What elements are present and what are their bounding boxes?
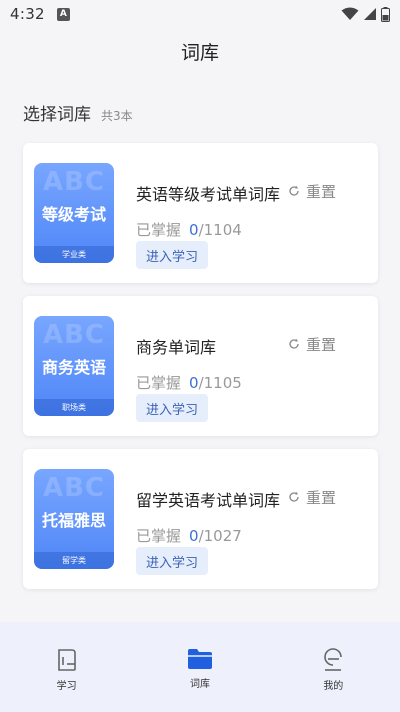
status-time: 4:32	[10, 5, 45, 23]
battery-icon	[381, 6, 390, 22]
progress-text: 已掌握 0/1027	[136, 525, 242, 546]
study-button[interactable]: 进入学习	[136, 394, 209, 422]
folder-icon	[187, 648, 213, 670]
book-cover: ABC 等级考试 学业类	[34, 163, 114, 263]
refresh-icon	[288, 489, 306, 507]
book-name: 留学英语考试单词库	[136, 491, 281, 510]
profile-icon	[322, 648, 344, 672]
reset-button[interactable]: 重置	[288, 334, 336, 355]
study-button[interactable]: 进入学习	[136, 547, 209, 575]
mastered-count: 0	[189, 527, 199, 545]
progress-label: 已掌握	[136, 221, 182, 239]
wifi-icon	[341, 7, 359, 21]
nav-label-wordbank: 词库	[189, 679, 210, 690]
cover-watermark: ABC	[42, 320, 106, 350]
cover-title: 商务英语	[41, 358, 106, 377]
progress-label: 已掌握	[136, 374, 182, 392]
nav-label-profile: 我的	[323, 681, 344, 692]
book-name: 商务单词库	[136, 338, 217, 357]
book-icon	[56, 648, 78, 672]
book-cover: ABC 商务英语 职场类	[34, 316, 114, 416]
total-count: /1027	[198, 527, 242, 545]
cover-watermark: ABC	[42, 473, 106, 503]
cover-category: 职场类	[34, 399, 114, 416]
book-card[interactable]: ABC 商务英语 职场类 商务单词库 重置 已掌握 0/1105 进入学习	[23, 296, 378, 436]
reset-label: 重置	[306, 489, 337, 507]
nav-item-profile[interactable]: 我的	[267, 622, 400, 712]
book-name: 英语等级考试单词库	[136, 185, 281, 204]
nav-label-study: 学习	[56, 681, 77, 692]
progress-text: 已掌握 0/1105	[136, 372, 242, 393]
bottom-nav: 学习 词库 我的	[0, 622, 400, 712]
reset-label: 重置	[306, 183, 337, 201]
nav-item-wordbank[interactable]: 词库	[133, 622, 266, 712]
status-icons	[341, 6, 390, 22]
status-bar: 4:32 A	[0, 0, 400, 28]
reset-button[interactable]: 重置	[288, 181, 336, 202]
mastered-count: 0	[189, 221, 199, 239]
book-cover: ABC 托福雅思 留学类	[34, 469, 114, 569]
refresh-icon	[288, 183, 306, 201]
notification-icon: A	[56, 7, 70, 21]
section-header: 选择词库 共3本	[23, 100, 133, 125]
progress-label: 已掌握	[136, 527, 182, 545]
reset-button[interactable]: 重置	[288, 487, 336, 508]
progress-text: 已掌握 0/1104	[136, 219, 242, 240]
nav-item-study[interactable]: 学习	[0, 622, 133, 712]
book-count: 共3本	[101, 109, 133, 123]
cover-title: 等级考试	[41, 205, 106, 224]
cover-category: 留学类	[34, 552, 114, 569]
total-count: /1105	[198, 374, 242, 392]
page-title: 词库	[180, 42, 219, 64]
section-title: 选择词库	[23, 105, 91, 125]
cover-category: 学业类	[34, 246, 114, 263]
cover-watermark: ABC	[42, 167, 106, 197]
reset-label: 重置	[306, 336, 337, 354]
book-card[interactable]: ABC 等级考试 学业类 英语等级考试单词库 重置 已掌握 0/1104 进入学习	[23, 143, 378, 283]
total-count: /1104	[198, 221, 242, 239]
book-card[interactable]: ABC 托福雅思 留学类 留学英语考试单词库 重置 已掌握 0/1027 进入学习	[23, 449, 378, 589]
study-button[interactable]: 进入学习	[136, 241, 209, 269]
cover-title: 托福雅思	[41, 511, 106, 530]
mastered-count: 0	[189, 374, 199, 392]
refresh-icon	[288, 336, 306, 354]
signal-icon	[363, 7, 377, 21]
